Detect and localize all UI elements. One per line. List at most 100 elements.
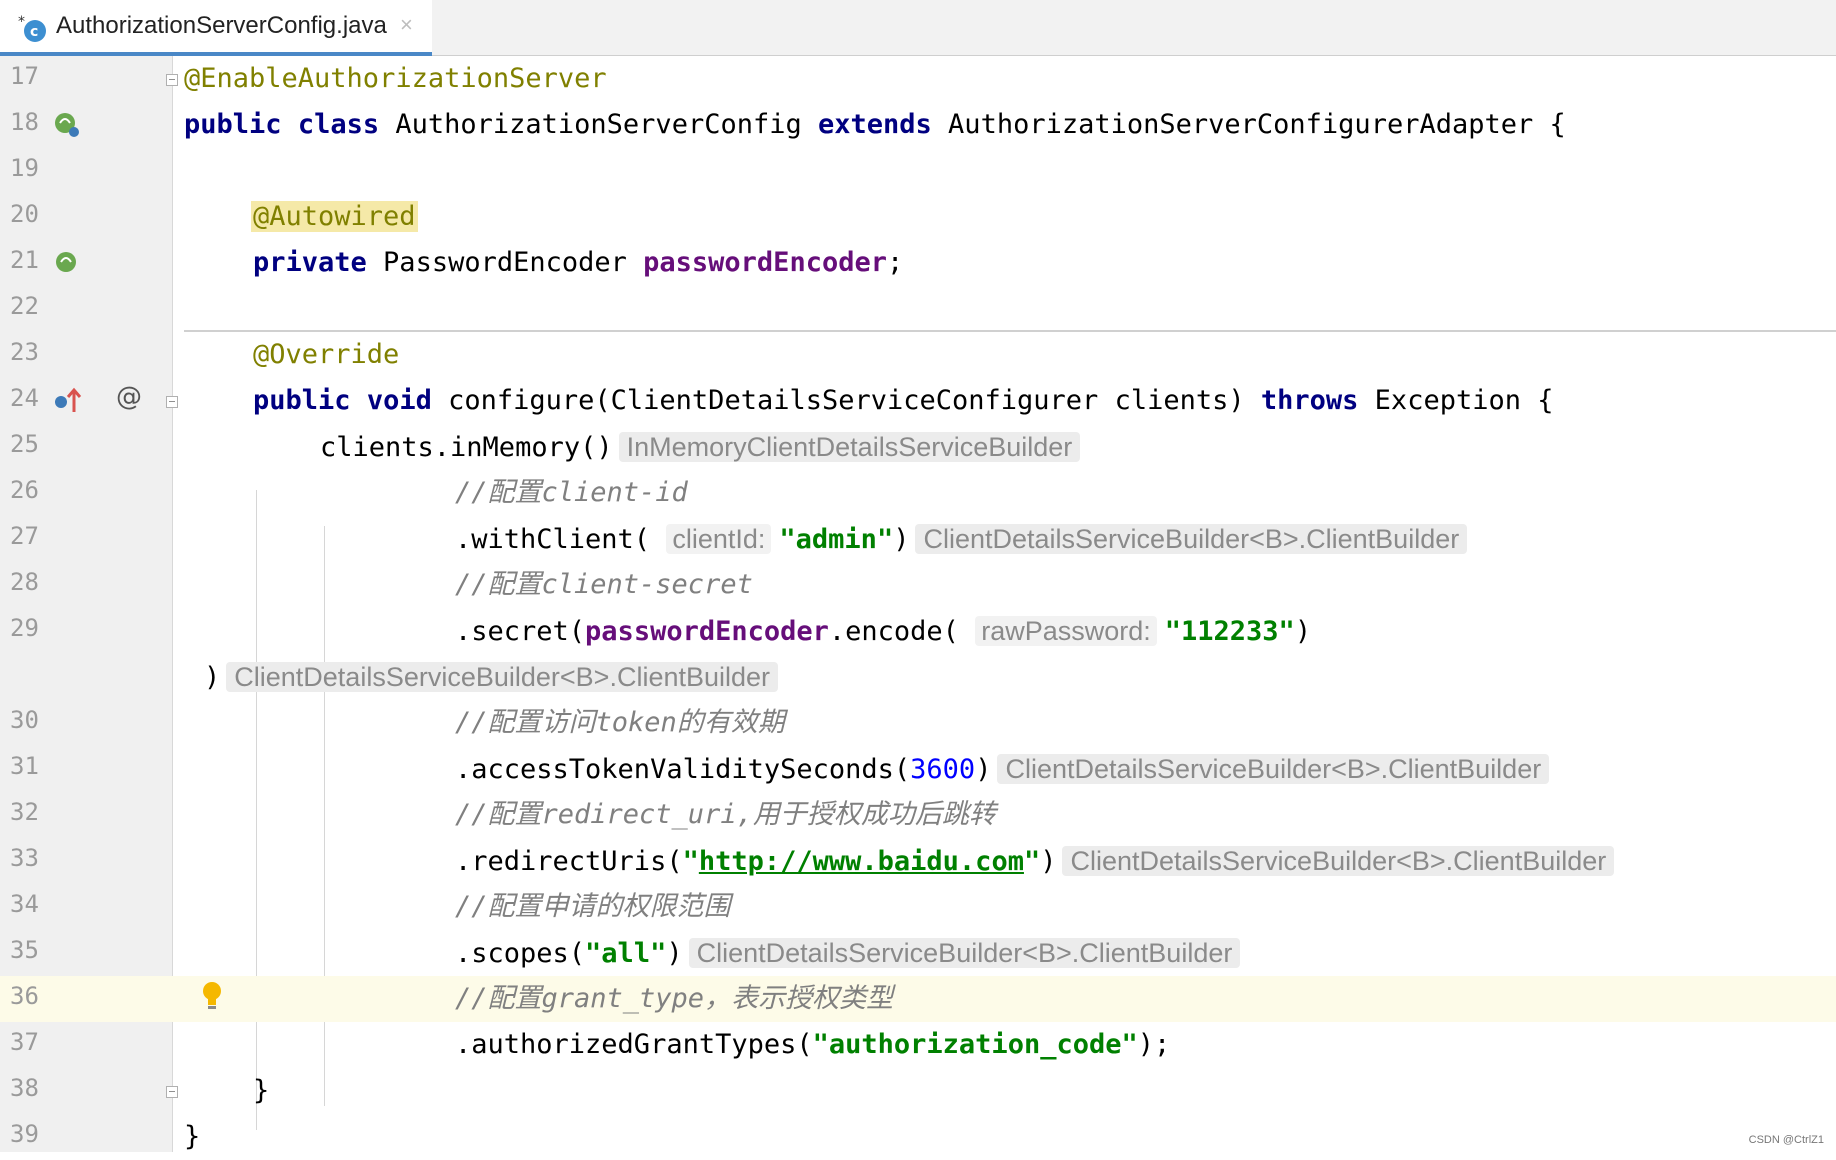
string-literal: "authorization_code" bbox=[812, 1029, 1138, 1060]
code-line: 39 } bbox=[0, 1114, 1836, 1160]
code-line: 26 //配置client-id bbox=[0, 470, 1836, 516]
fold-marker[interactable] bbox=[166, 1086, 178, 1098]
code-text: PasswordEncoder bbox=[366, 247, 644, 278]
keyword: extends bbox=[818, 109, 932, 140]
annotation: @EnableAuthorizationServer bbox=[184, 63, 607, 94]
comment: //配置访问token的有效期 bbox=[455, 707, 785, 738]
line-number: 32 bbox=[10, 798, 39, 826]
code-text: .scopes( bbox=[455, 938, 586, 969]
code-line: 25 clients.inMemory() InMemoryClientDetai… bbox=[0, 424, 1836, 470]
code-text: ; bbox=[886, 247, 904, 278]
line-number: 20 bbox=[10, 200, 39, 228]
code-text: configure(ClientDetailsServiceConfigurer… bbox=[431, 385, 1261, 416]
line-number: 39 bbox=[10, 1120, 39, 1148]
code-text: } bbox=[184, 1121, 201, 1152]
comment: //配置申请的权限范围 bbox=[455, 891, 731, 922]
type-hint: ClientDetailsServiceBuilder<B>.ClientBui… bbox=[688, 938, 1241, 968]
comment: //配置redirect_uri,用于授权成功后跳转 bbox=[455, 799, 996, 830]
code-line: 31 .accessTokenValiditySeconds(3600) Clie… bbox=[0, 746, 1836, 792]
code-text: AuthorizationServerConfigurerAdapter { bbox=[931, 109, 1566, 140]
line-number: 23 bbox=[10, 338, 39, 366]
field-name: passwordEncoder bbox=[585, 616, 829, 647]
line-number: 30 bbox=[10, 706, 39, 734]
string-literal: "admin" bbox=[779, 524, 894, 555]
line-number: 18 bbox=[10, 108, 39, 136]
line-number: 34 bbox=[10, 890, 39, 918]
code-text: .secret( bbox=[455, 616, 586, 647]
lightbulb-icon[interactable] bbox=[200, 980, 224, 1012]
spring-bean-icon[interactable] bbox=[52, 248, 82, 278]
line-number: 29 bbox=[10, 614, 39, 642]
keyword: public bbox=[253, 385, 351, 416]
type-hint: ClientDetailsServiceBuilder<B>.ClientBui… bbox=[1062, 846, 1615, 876]
line-number: 22 bbox=[10, 292, 39, 320]
parameter-hint: rawPassword: bbox=[975, 616, 1157, 646]
code-text: clients.inMemory() bbox=[320, 432, 613, 463]
code-line: 29 .secret(passwordEncoder.encode( rawPa… bbox=[0, 608, 1836, 654]
line-number: 17 bbox=[10, 62, 39, 90]
keyword: class bbox=[297, 109, 380, 140]
fold-marker[interactable] bbox=[166, 396, 178, 408]
keyword: private bbox=[253, 247, 367, 278]
line-number: 26 bbox=[10, 476, 39, 504]
keyword: throws bbox=[1260, 385, 1359, 416]
code-text: ) bbox=[1294, 616, 1312, 647]
line-number: 38 bbox=[10, 1074, 39, 1102]
java-class-icon: c * bbox=[18, 14, 46, 42]
code-line: 38 } bbox=[0, 1068, 1836, 1114]
code-editor[interactable]: 17 @EnableAuthorizationServer 18 public … bbox=[0, 56, 1836, 1152]
editor-tab-bar: c * AuthorizationServerConfig.java × bbox=[0, 0, 1836, 56]
parameter-hint: clientId: bbox=[666, 524, 772, 554]
tab-authorization-server-config[interactable]: c * AuthorizationServerConfig.java × bbox=[0, 0, 432, 56]
code-text: ) bbox=[666, 938, 683, 969]
code-line: 28 //配置client-secret bbox=[0, 562, 1836, 608]
code-line: 20 @Autowired bbox=[0, 194, 1836, 240]
code-line: 37 .authorizedGrantTypes("authorization_… bbox=[0, 1022, 1836, 1068]
code-text: ) bbox=[204, 662, 221, 693]
string-literal: "all" bbox=[585, 938, 667, 969]
code-text: ); bbox=[1137, 1029, 1171, 1060]
code-line: 30 //配置访问token的有效期 bbox=[0, 700, 1836, 746]
code-line: 21 private PasswordEncoder passwordEncod… bbox=[0, 240, 1836, 286]
code-line: 19 bbox=[0, 148, 1836, 194]
code-text: ) bbox=[1040, 846, 1057, 877]
line-number: 25 bbox=[10, 430, 39, 458]
code-text: .encode( bbox=[828, 616, 959, 647]
string-quote: " bbox=[682, 846, 699, 877]
code-text: ) bbox=[893, 524, 910, 555]
code-line: 33 .redirectUris("http://www.baidu.com")… bbox=[0, 838, 1836, 884]
code-line: 24 @ public void configure(ClientDetails… bbox=[0, 378, 1836, 424]
code-line-wrapped: ) ClientDetailsServiceBuilder<B>.ClientBu… bbox=[0, 654, 1836, 700]
type-hint: InMemoryClientDetailsServiceBuilder bbox=[618, 432, 1081, 462]
url-link[interactable]: http://www.baidu.com bbox=[699, 846, 1024, 877]
type-hint: ClientDetailsServiceBuilder<B>.ClientBui… bbox=[226, 662, 779, 692]
code-text: .authorizedGrantTypes( bbox=[455, 1029, 813, 1060]
code-text: ) bbox=[975, 754, 992, 785]
code-line: 34 //配置申请的权限范围 bbox=[0, 884, 1836, 930]
number-literal: 3600 bbox=[910, 754, 976, 785]
line-number: 37 bbox=[10, 1028, 39, 1056]
tab-close-button[interactable]: × bbox=[400, 12, 413, 38]
override-method-icon[interactable] bbox=[52, 386, 82, 416]
keyword: public bbox=[184, 109, 282, 140]
line-number: 33 bbox=[10, 844, 39, 872]
svg-text:*: * bbox=[18, 14, 25, 30]
annotation-highlighted: @Autowired bbox=[251, 201, 418, 232]
comment: //配置client-secret bbox=[455, 569, 753, 600]
code-line: 32 //配置redirect_uri,用于授权成功后跳转 bbox=[0, 792, 1836, 838]
string-literal: "112233" bbox=[1164, 616, 1295, 647]
line-number: 31 bbox=[10, 752, 39, 780]
comment: //配置grant_type，表示授权类型 bbox=[455, 983, 894, 1014]
line-number: 27 bbox=[10, 522, 39, 550]
watermark: CSDN @CtrlZ1 bbox=[1748, 1134, 1824, 1146]
keyword: void bbox=[366, 385, 432, 416]
code-text: .redirectUris( bbox=[455, 846, 683, 877]
code-line: 18 public class AuthorizationServerConfi… bbox=[0, 102, 1836, 148]
at-sign-icon[interactable]: @ bbox=[116, 382, 142, 412]
type-hint: ClientDetailsServiceBuilder<B>.ClientBui… bbox=[915, 524, 1468, 554]
tab-label: AuthorizationServerConfig.java bbox=[56, 12, 387, 39]
spring-bean-icon[interactable] bbox=[52, 110, 82, 140]
line-number: 36 bbox=[10, 982, 39, 1010]
fold-marker[interactable] bbox=[166, 74, 178, 86]
code-text: .accessTokenValiditySeconds( bbox=[455, 754, 911, 785]
